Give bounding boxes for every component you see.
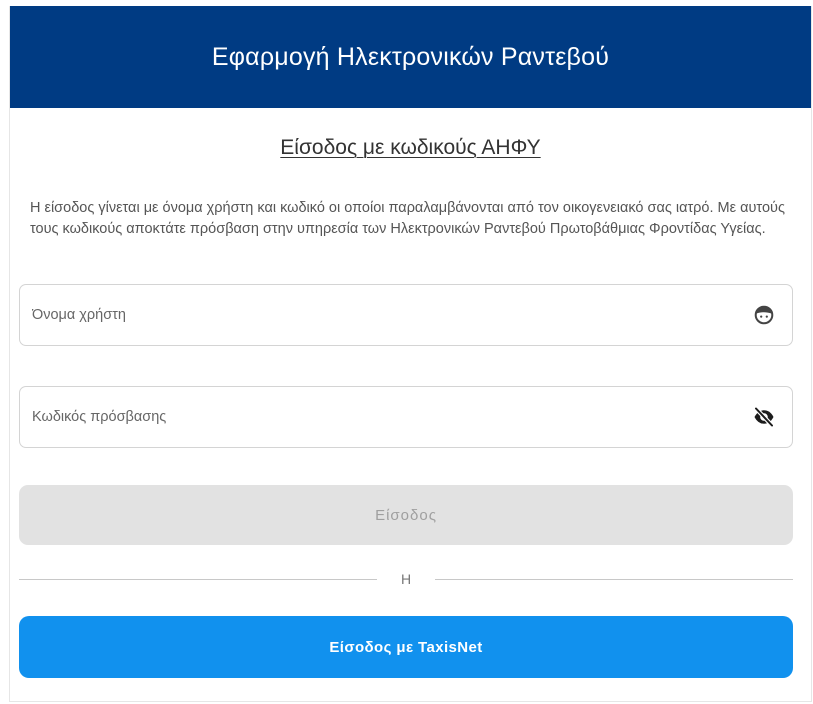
app-title: Εφαρμογή Ηλεκτρονικών Ραντεβού: [211, 42, 610, 71]
password-field[interactable]: [19, 386, 793, 448]
user-face-icon: [752, 303, 776, 327]
login-description: Η είσοδος γίνεται με όνομα χρήστη και κω…: [30, 200, 785, 237]
password-input[interactable]: [20, 387, 752, 447]
page: Εφαρμογή Ηλεκτρονικών Ραντεβού Είσοδος μ…: [0, 0, 813, 704]
login-section-title: Είσοδος με κωδικούς ΑΗΦΥ: [280, 136, 541, 159]
username-field[interactable]: [19, 284, 793, 346]
login-button[interactable]: Είσοδος: [19, 485, 793, 545]
section-title: Είσοδος με κωδικούς ΑΗΦΥ: [10, 136, 811, 166]
eye-off-icon[interactable]: [752, 405, 776, 429]
taxisnet-login-button[interactable]: Είσοδος με TaxisNet: [19, 616, 793, 678]
divider-label: Η: [400, 571, 412, 587]
divider-line-left: [19, 578, 377, 580]
username-input[interactable]: [20, 285, 752, 345]
or-divider: Η: [19, 568, 793, 590]
app-header: Εφαρμογή Ηλεκτρονικών Ραντεβού: [10, 6, 811, 108]
divider-line-right: [435, 578, 793, 580]
login-card: Εφαρμογή Ηλεκτρονικών Ραντεβού Είσοδος μ…: [9, 6, 812, 702]
